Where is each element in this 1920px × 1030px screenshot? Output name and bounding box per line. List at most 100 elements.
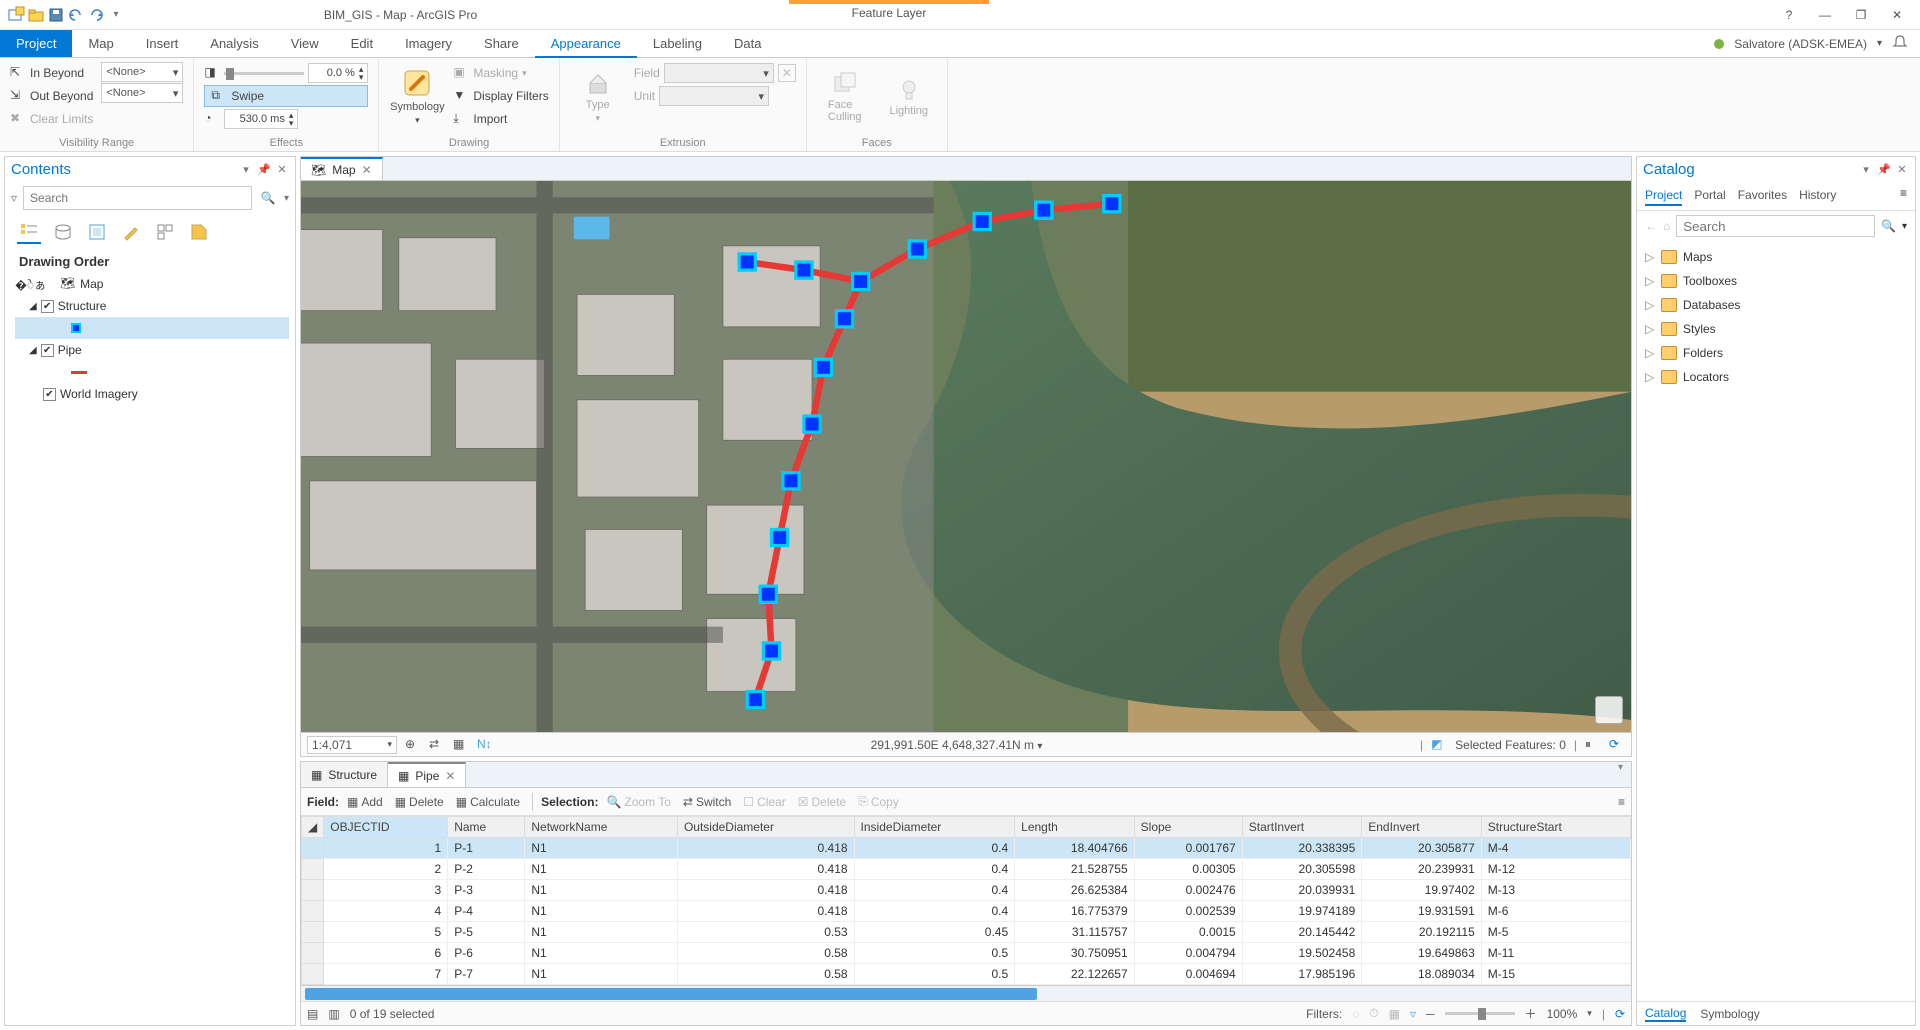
catalog-item[interactable]: ▷Locators bbox=[1645, 365, 1907, 389]
status-icon-2[interactable]: ⇄ bbox=[429, 737, 445, 753]
user-dropdown-icon[interactable]: ▾ bbox=[1877, 38, 1882, 49]
structure-checkbox[interactable]: ✔ bbox=[41, 300, 54, 313]
tree-pipe[interactable]: ◢✔Pipe bbox=[15, 339, 289, 361]
catalog-search-options-icon[interactable]: ▾ bbox=[1902, 221, 1907, 232]
field-calculate-button[interactable]: ▦ Calculate bbox=[452, 793, 524, 811]
col-name[interactable]: Name bbox=[448, 817, 525, 838]
list-by-snapping-icon[interactable] bbox=[153, 220, 177, 244]
map-view[interactable] bbox=[300, 180, 1632, 733]
pause-drawing-icon[interactable]: ⏸ bbox=[1585, 737, 1601, 753]
expand-icon[interactable]: ▷ bbox=[1645, 346, 1655, 360]
col-insidediameter[interactable]: InsideDiameter bbox=[854, 817, 1015, 838]
panel-dropdown-icon[interactable]: ▾ bbox=[239, 163, 253, 177]
user-name[interactable]: Salvatore (ADSK-EMEA) bbox=[1734, 37, 1867, 51]
expand-icon[interactable]: ▷ bbox=[1645, 298, 1655, 312]
catalog-home-icon[interactable]: ⌂ bbox=[1663, 219, 1670, 233]
col-slope[interactable]: Slope bbox=[1134, 817, 1242, 838]
tree-structure[interactable]: ◢✔Structure bbox=[15, 295, 289, 317]
col-endinvert[interactable]: EndInvert bbox=[1362, 817, 1482, 838]
catalog-menu-icon[interactable]: ≡ bbox=[1900, 186, 1907, 206]
attr-menu-icon[interactable]: ≡ bbox=[1618, 795, 1625, 809]
expand-icon[interactable]: ▷ bbox=[1645, 370, 1655, 384]
filter-btn-4[interactable]: ▿ bbox=[1410, 1007, 1416, 1021]
search-icon[interactable]: 🔍 bbox=[258, 191, 278, 205]
table-row[interactable]: 3P-3N10.4180.426.6253840.00247620.039931… bbox=[302, 880, 1631, 901]
tab-analysis[interactable]: Analysis bbox=[194, 30, 274, 57]
filter-btn-3[interactable]: ▦ bbox=[1389, 1007, 1400, 1021]
table-row[interactable]: 5P-5N10.530.4531.1157570.001520.14544220… bbox=[302, 922, 1631, 943]
refresh-icon[interactable]: ⟳ bbox=[1609, 737, 1625, 753]
panel-pin-icon[interactable]: 📌 bbox=[257, 163, 271, 177]
catalog-item[interactable]: ▷Toolboxes bbox=[1645, 269, 1907, 293]
col-structurestart[interactable]: StructureStart bbox=[1481, 817, 1630, 838]
tree-world-imagery[interactable]: ✔World Imagery bbox=[15, 383, 289, 405]
tab-share[interactable]: Share bbox=[468, 30, 535, 57]
catalog-dropdown-icon[interactable]: ▾ bbox=[1859, 163, 1873, 177]
tab-appearance[interactable]: Appearance bbox=[535, 30, 637, 58]
tab-map[interactable]: Map bbox=[72, 30, 129, 57]
symbology-button[interactable]: Symbology▾ bbox=[389, 62, 445, 130]
catalog-tab-project[interactable]: Project bbox=[1645, 186, 1682, 206]
tab-edit[interactable]: Edit bbox=[335, 30, 389, 57]
table-row[interactable]: 4P-4N10.4180.416.7753790.00253919.974189… bbox=[302, 901, 1631, 922]
show-all-icon[interactable]: ▤ bbox=[307, 1007, 318, 1021]
catalog-search-icon[interactable]: 🔍 bbox=[1881, 219, 1896, 233]
attr-refresh-icon[interactable]: ⟳ bbox=[1615, 1007, 1625, 1021]
panel-close-icon[interactable]: ✕ bbox=[275, 163, 289, 177]
expand-icon[interactable]: ▷ bbox=[1645, 250, 1655, 264]
list-by-selection-icon[interactable] bbox=[85, 220, 109, 244]
table-row[interactable]: 6P-6N10.580.530.7509510.00479419.5024581… bbox=[302, 943, 1631, 964]
list-by-source-icon[interactable] bbox=[51, 220, 75, 244]
expand-icon[interactable]: ▷ bbox=[1645, 274, 1655, 288]
table-row[interactable]: 1P-1N10.4180.418.4047660.00176720.338395… bbox=[302, 838, 1631, 859]
catalog-tab-history[interactable]: History bbox=[1799, 186, 1836, 206]
help-button[interactable]: ? bbox=[1780, 6, 1798, 24]
filter-btn-1[interactable]: ◌ bbox=[1352, 1007, 1359, 1021]
col-outsidediameter[interactable]: OutsideDiameter bbox=[677, 817, 854, 838]
catalog-item[interactable]: ▷Maps bbox=[1645, 245, 1907, 269]
attr-tabs-dropdown-icon[interactable]: ▾ bbox=[1610, 762, 1631, 787]
attr-zoom-slider[interactable] bbox=[1445, 1012, 1515, 1015]
filter-btn-2[interactable]: ⏱ bbox=[1369, 1006, 1378, 1021]
catalog-back-icon[interactable]: ← bbox=[1645, 219, 1657, 233]
col-startinvert[interactable]: StartInvert bbox=[1242, 817, 1362, 838]
catalog-item[interactable]: ▷Databases bbox=[1645, 293, 1907, 317]
pipe-checkbox[interactable]: ✔ bbox=[41, 344, 54, 357]
table-row[interactable]: 7P-7N10.580.522.1226570.00469417.9851961… bbox=[302, 964, 1631, 985]
attr-tab-pipe[interactable]: ▦Pipe✕ bbox=[388, 762, 466, 787]
tree-structure-symbol[interactable] bbox=[15, 317, 289, 339]
switch-button[interactable]: ⇄ Switch bbox=[679, 793, 735, 811]
tab-labeling[interactable]: Labeling bbox=[637, 30, 718, 57]
expand-icon[interactable]: ▷ bbox=[1645, 322, 1655, 336]
minimize-button[interactable]: — bbox=[1816, 6, 1834, 24]
status-icon-3[interactable]: ▦ bbox=[453, 737, 469, 753]
in-beyond-combo[interactable]: <None>▾ bbox=[101, 62, 183, 82]
tree-pipe-symbol[interactable] bbox=[15, 361, 289, 383]
catalog-close-icon[interactable]: ✕ bbox=[1895, 163, 1909, 177]
tab-imagery[interactable]: Imagery bbox=[389, 30, 468, 57]
row-selector-header[interactable]: ◢ bbox=[302, 817, 324, 838]
tab-insert[interactable]: Insert bbox=[130, 30, 195, 57]
out-beyond-combo[interactable]: <None>▾ bbox=[101, 83, 183, 103]
field-add-button[interactable]: ▦ Add bbox=[343, 793, 387, 811]
catalog-tab-favorites[interactable]: Favorites bbox=[1738, 186, 1787, 206]
bottom-tab-symbology[interactable]: Symbology bbox=[1700, 1007, 1759, 1021]
attr-horizontal-scrollbar[interactable] bbox=[301, 985, 1631, 1001]
map-tab-close-icon[interactable]: ✕ bbox=[362, 163, 372, 177]
list-by-drawing-order-icon[interactable] bbox=[17, 220, 41, 244]
catalog-pin-icon[interactable]: 📌 bbox=[1877, 163, 1891, 177]
search-options-icon[interactable]: ▾ bbox=[284, 193, 289, 204]
list-by-editing-icon[interactable] bbox=[119, 220, 143, 244]
transparency-slider[interactable] bbox=[224, 72, 304, 75]
navigator-button[interactable] bbox=[1595, 696, 1623, 724]
catalog-item[interactable]: ▷Folders bbox=[1645, 341, 1907, 365]
list-by-labeling-icon[interactable] bbox=[187, 220, 211, 244]
col-networkname[interactable]: NetworkName bbox=[525, 817, 678, 838]
transparency-value[interactable]: 0.0 %▴▾ bbox=[308, 63, 368, 83]
attr-tab-close-icon[interactable]: ✕ bbox=[445, 769, 455, 783]
maximize-button[interactable]: ❐ bbox=[1852, 6, 1870, 24]
close-button[interactable]: ✕ bbox=[1888, 6, 1906, 24]
table-row[interactable]: 2P-2N10.4180.421.5287550.0030520.3055982… bbox=[302, 859, 1631, 880]
notifications-icon[interactable] bbox=[1892, 34, 1908, 53]
tab-project[interactable]: Project bbox=[0, 30, 72, 57]
